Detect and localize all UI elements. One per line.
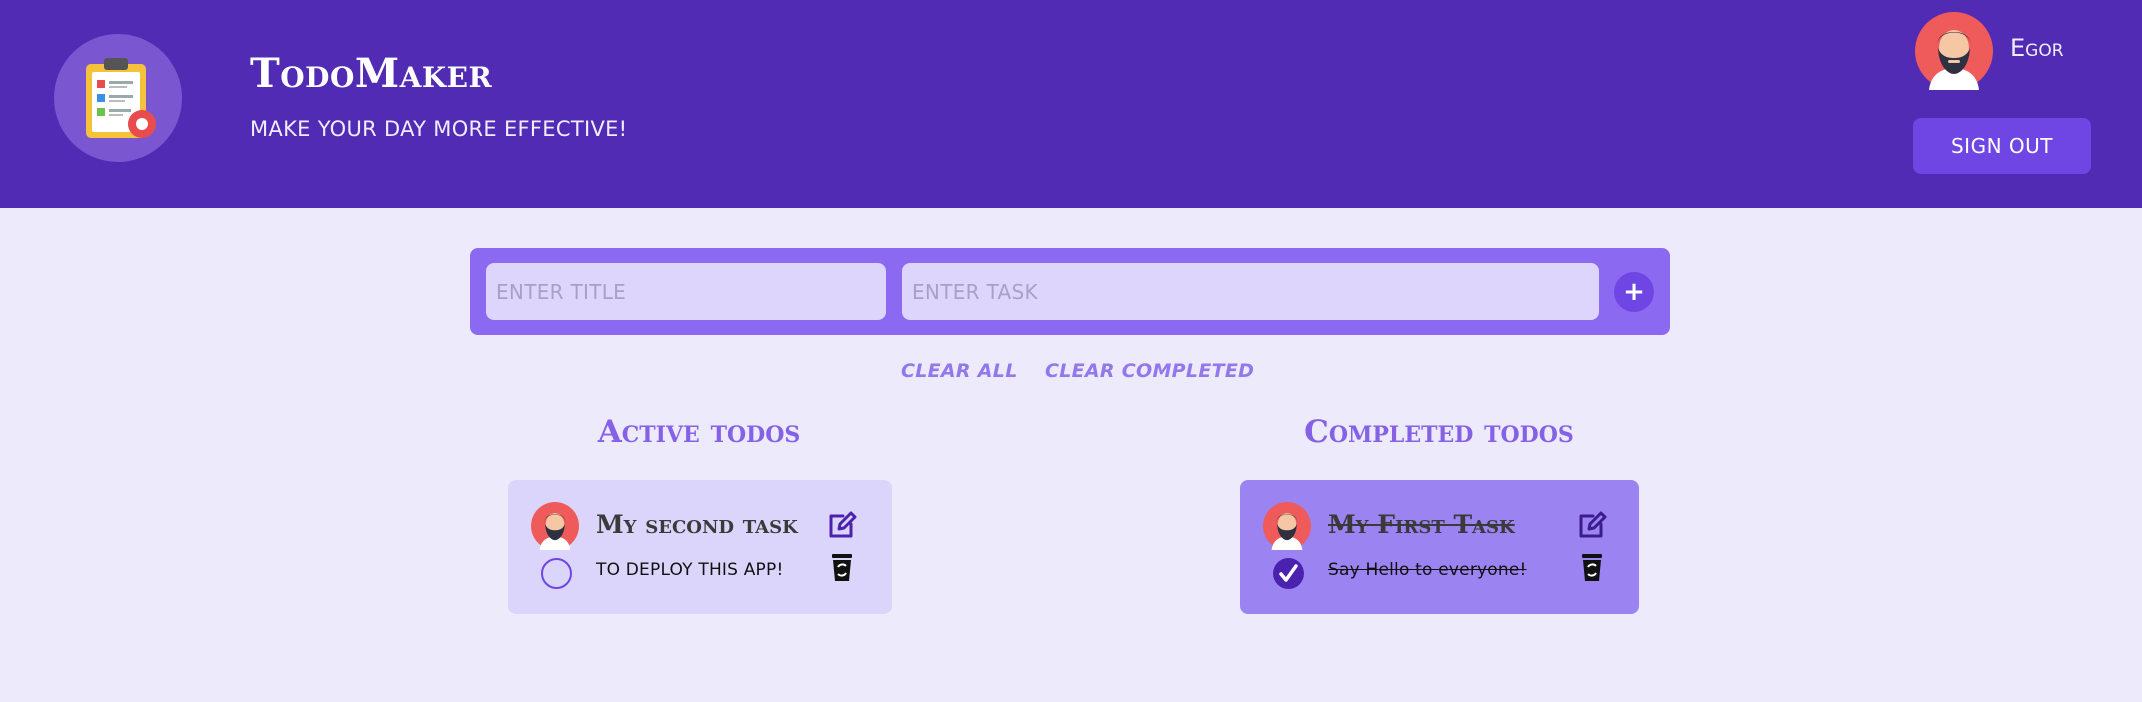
todo-description: TO DEPLOY THIS APP!	[596, 560, 784, 580]
app-title: TodoMaker	[250, 50, 493, 97]
todo-entry-form: +	[470, 248, 1670, 335]
trash-icon[interactable]	[1581, 552, 1603, 582]
clear-completed-link[interactable]: CLEAR COMPLETED	[1045, 360, 1254, 382]
trash-icon[interactable]	[831, 552, 853, 582]
todo-title: My First Task	[1328, 510, 1515, 539]
edit-icon[interactable]	[827, 510, 857, 540]
app-logo	[54, 34, 182, 162]
todo-author-avatar	[1263, 502, 1311, 550]
title-input[interactable]	[486, 263, 886, 320]
app-header: TodoMaker MAKE YOUR DAY MORE EFFECTIVE! …	[0, 0, 2142, 208]
checkmark-icon	[1279, 564, 1298, 582]
app-subtitle: MAKE YOUR DAY MORE EFFECTIVE!	[250, 117, 628, 141]
sign-out-button[interactable]: SIGN OUT	[1913, 118, 2091, 174]
clipboard-gear-icon	[86, 58, 156, 138]
completed-todo-card: My First Task Say Hello to everyone!	[1240, 480, 1639, 614]
bearded-man-avatar	[1263, 502, 1311, 550]
bearded-man-avatar	[531, 502, 579, 550]
todo-title: My second task	[596, 510, 798, 539]
edit-icon[interactable]	[1577, 510, 1607, 540]
active-todos-heading: Active todos	[597, 414, 801, 450]
task-input[interactable]	[902, 263, 1599, 320]
clear-all-link[interactable]: CLEAR ALL	[901, 360, 1018, 382]
todo-complete-checkbox[interactable]	[1273, 558, 1304, 589]
todo-description: Say Hello to everyone!	[1328, 560, 1527, 580]
todo-author-avatar	[531, 502, 579, 550]
active-todo-card: My second task TO DEPLOY THIS APP!	[508, 480, 892, 614]
todo-complete-checkbox[interactable]	[541, 558, 572, 589]
user-name: Egor	[2010, 34, 2064, 62]
completed-todos-heading: Completed todos	[1304, 414, 1574, 450]
add-todo-button[interactable]: +	[1614, 272, 1654, 312]
bearded-man-avatar	[1915, 12, 1993, 90]
user-avatar	[1915, 12, 1993, 90]
